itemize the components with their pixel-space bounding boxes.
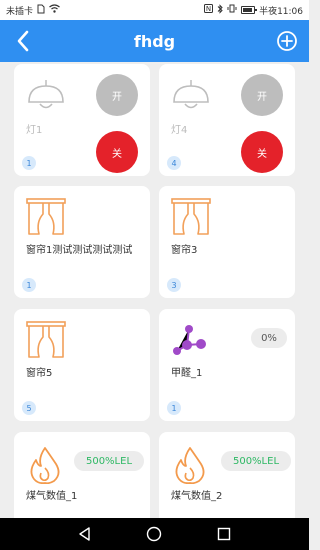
device-card-curtain3[interactable]: 窗帘3 3 (159, 186, 295, 298)
light-on-button[interactable]: 开 (96, 74, 138, 116)
room-badge: 1 (167, 401, 181, 415)
sensor-value: 0% (251, 328, 287, 348)
vibrate-icon (227, 4, 237, 16)
device-name: 煤气数值_1 (26, 491, 78, 502)
device-card-formaldehyde[interactable]: 0% 甲醛_1 1 (159, 309, 295, 421)
nav-recents-button[interactable] (214, 524, 234, 544)
sensor-value: 500%LEL (74, 451, 144, 471)
wifi-icon (49, 4, 60, 16)
triangle-back-icon (79, 527, 90, 541)
curtain-icon (26, 198, 66, 235)
nav-home-button[interactable] (144, 524, 164, 544)
curtain-icon (26, 321, 66, 358)
page-title: fhdg (133, 31, 176, 51)
device-card-curtain5[interactable]: 窗帘5 5 (14, 309, 150, 421)
add-button[interactable] (275, 29, 299, 53)
device-name: 煤气数值_2 (171, 491, 223, 502)
chevron-left-icon (17, 30, 29, 52)
system-nav-bar (0, 518, 309, 550)
battery-icon (241, 6, 258, 14)
room-badge: 4 (167, 156, 181, 170)
sim-icon (37, 4, 45, 17)
svg-text:N: N (206, 5, 211, 13)
nav-back-button[interactable] (75, 524, 95, 544)
device-card-curtain1[interactable]: 窗帘1测试测试测试测试 1 (14, 186, 150, 298)
room-badge: 1 (22, 278, 36, 292)
flame-icon (30, 447, 60, 484)
device-grid: 灯1 开 关 1 灯4 开 关 4 窗帘1测试测试测试测试 1 窗帘3 3 窗帘… (0, 62, 309, 518)
device-name: 灯4 (171, 125, 188, 136)
carrier-text: 未插卡 (6, 6, 34, 17)
device-card-light1[interactable]: 灯1 开 关 1 (14, 64, 150, 176)
title-bar: fhdg (0, 20, 309, 62)
molecule-icon (173, 325, 206, 355)
bluetooth-icon (217, 3, 223, 17)
status-bar: 未插卡 N 半夜11:06 (0, 0, 309, 20)
light-on-button[interactable]: 开 (241, 74, 283, 116)
device-card-light4[interactable]: 灯4 开 关 4 (159, 64, 295, 176)
status-time: 半夜11:06 (259, 6, 303, 17)
light-off-button[interactable]: 关 (96, 131, 138, 173)
plus-circle-icon (277, 31, 297, 51)
device-name: 窗帘5 (26, 368, 53, 379)
sensor-value: 500%LEL (221, 451, 291, 471)
device-card-gas2[interactable]: 500%LEL 煤气数值_2 (159, 432, 295, 518)
ceiling-lamp-icon (28, 80, 64, 109)
curtain-icon (171, 198, 211, 235)
device-name: 灯1 (26, 125, 43, 136)
device-name: 窗帘3 (171, 245, 198, 256)
device-name: 窗帘1测试测试测试测试 (26, 245, 133, 256)
square-recents-icon (217, 527, 231, 541)
room-badge: 5 (22, 401, 36, 415)
light-off-button[interactable]: 关 (241, 131, 283, 173)
device-card-gas1[interactable]: 500%LEL 煤气数值_1 (14, 432, 150, 518)
room-badge: 3 (167, 278, 181, 292)
nfc-icon: N (204, 4, 214, 16)
flame-icon (175, 447, 205, 484)
ceiling-lamp-icon (173, 80, 209, 109)
device-name: 甲醛_1 (171, 368, 203, 379)
room-badge: 1 (22, 156, 36, 170)
circle-home-icon (147, 526, 162, 542)
back-button[interactable] (12, 29, 36, 53)
